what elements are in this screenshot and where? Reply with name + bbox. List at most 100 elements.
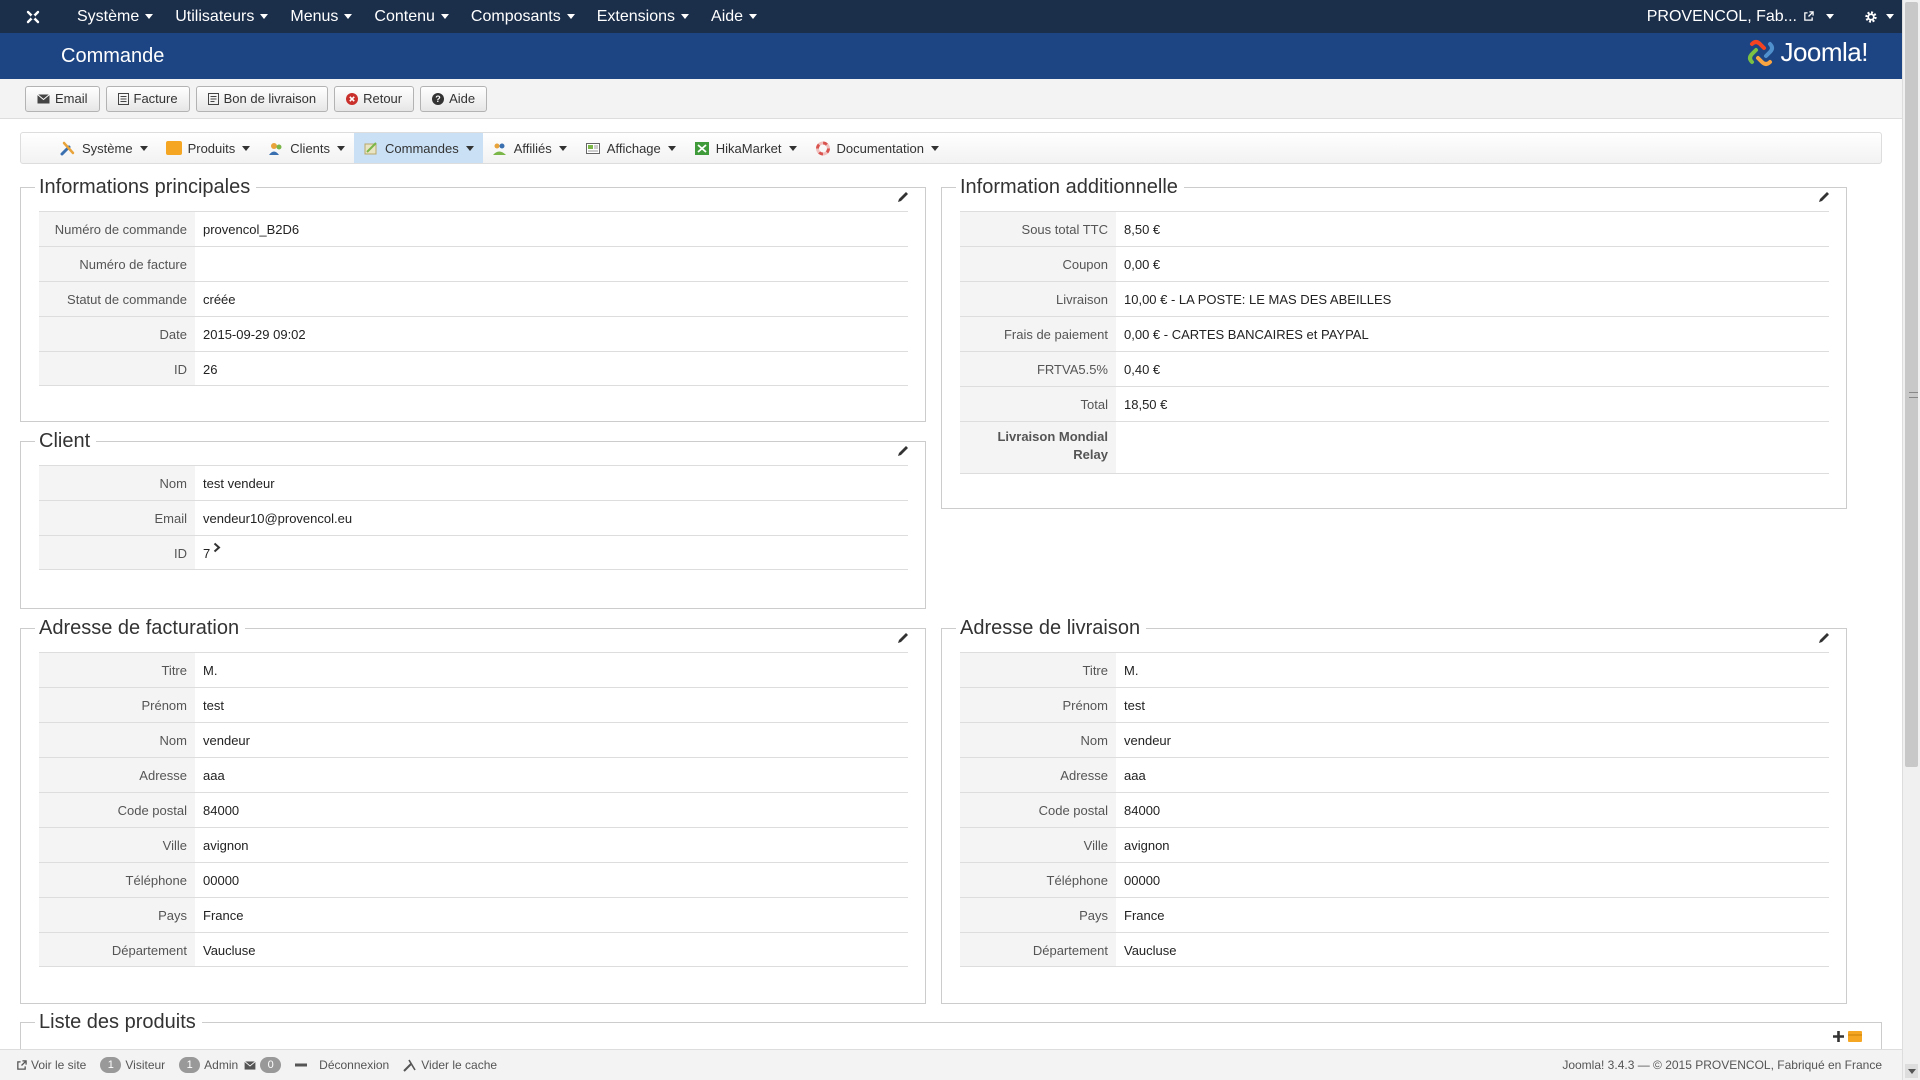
clear-cache-label: Vider le cache [421, 1058, 498, 1072]
panel-title: Adresse de livraison [956, 617, 1147, 640]
admins-count-badge: 1 [179, 1057, 201, 1073]
delivery-note-button-label: Bon de livraison [223, 91, 317, 106]
table-row: Prénom test [960, 687, 1829, 722]
hikashop-menu: Système Produits Clients Commandes Affil… [20, 132, 1882, 164]
field-label: Statut de commande [39, 282, 195, 316]
invoice-button[interactable]: Facture [105, 85, 190, 112]
menu-label: Système [77, 7, 140, 25]
field-value: avignon [203, 838, 249, 853]
field-label: Adresse [39, 758, 195, 792]
menu-utilisateurs[interactable]: Utilisateurs [164, 0, 279, 33]
edit-client-button[interactable] [896, 444, 910, 461]
joomla-logo-icon[interactable] [0, 9, 66, 25]
field-label: Email [39, 501, 195, 535]
field-label: Prénom [960, 688, 1116, 722]
shipping-address-panel: Adresse de livraison Titre M. Prénom test … [941, 617, 1847, 1004]
table-row: Adresse aaa [960, 757, 1829, 792]
hikamenu-documentation[interactable]: Documentation [806, 133, 948, 163]
messages-count-badge[interactable]: 0 [260, 1057, 282, 1073]
field-label: Nom [960, 723, 1116, 757]
products-icon [165, 141, 182, 155]
hikamenu-produits[interactable]: Produits [157, 133, 260, 163]
email-button[interactable]: Email [25, 85, 100, 112]
menu-systeme[interactable]: Système [66, 0, 164, 33]
invoice-button-label: Facture [133, 91, 178, 106]
copyright-text: Joomla! 3.4.3 — © 2015 PROVENCOL, Fabriq… [1562, 1058, 1882, 1072]
hikamenu-hikamarket[interactable]: HikaMarket [685, 133, 806, 163]
panel-title: Liste des produits [35, 1011, 202, 1034]
clear-cache-icon [403, 1059, 416, 1072]
field-label: Numéro de facture [39, 247, 195, 281]
edit-main-info-button[interactable] [896, 190, 910, 207]
external-link-icon [17, 1059, 27, 1070]
clear-cache-link[interactable]: Vider le cache [403, 1058, 497, 1072]
client-table: Nom test vendeur Email vendeur10@provencol… [39, 465, 908, 570]
edit-billing-address-button[interactable] [896, 631, 910, 648]
menu-extensions[interactable]: Extensions [586, 0, 700, 33]
caret-down-icon [440, 14, 449, 19]
hikamenu-affichage[interactable]: Affichage [576, 133, 685, 163]
hikamarket-icon [694, 141, 709, 155]
settings-menu[interactable] [1864, 10, 1894, 24]
menu-aide[interactable]: Aide [700, 0, 768, 33]
add-product-button[interactable] [1832, 1029, 1863, 1043]
table-row: Date 2015-09-29 09:02 [39, 316, 908, 351]
page-header: Commande Joomla! [0, 33, 1902, 79]
edit-additional-info-button[interactable] [1817, 190, 1831, 207]
logout-label: Déconnexion [319, 1058, 390, 1072]
envelope-icon [244, 1060, 256, 1070]
pencil-icon [898, 192, 908, 202]
hikamenu-commandes[interactable]: Commandes [354, 133, 483, 163]
menu-composants[interactable]: Composants [460, 0, 586, 33]
delivery-note-icon [207, 92, 219, 105]
hikamenu-affilies[interactable]: Affiliés [483, 133, 576, 163]
user-menu[interactable]: PROVENCOL, Fab... [1647, 8, 1834, 26]
table-row: Frais de paiement 0,00 € - CARTES BANCAIR… [960, 316, 1829, 351]
field-value: Vaucluse [203, 943, 256, 958]
scrollbar-thumb[interactable] [1905, 2, 1918, 767]
client-name: test vendeur [203, 476, 275, 491]
table-row: Pays France [960, 897, 1829, 932]
table-row: Téléphone 00000 [39, 862, 908, 897]
caret-down-icon [667, 145, 676, 151]
client-email: vendeur10@provencol.eu [203, 511, 353, 526]
client-id: 7 [203, 546, 211, 561]
delivery-note-button[interactable]: Bon de livraison [195, 85, 329, 112]
view-site-link[interactable]: Voir le site [16, 1058, 86, 1072]
help-button-label: Aide [449, 91, 476, 106]
shipping-address-table: Titre M. Prénom test Nom vendeur Adresse aaa… [960, 652, 1829, 967]
table-row: ID 7 [39, 535, 908, 570]
caret-down-icon [749, 14, 758, 19]
menu-contenu[interactable]: Contenu [363, 0, 460, 33]
hikamenu-label: HikaMarket [715, 140, 782, 156]
billing-address-panel: Adresse de facturation Titre M. Prénom tes… [20, 617, 926, 1004]
field-label: Département [39, 933, 195, 966]
field-label: ID [39, 536, 195, 569]
field-label: Pays [39, 898, 195, 932]
field-label: Livraison [960, 282, 1116, 316]
edit-shipping-address-button[interactable] [1817, 631, 1831, 648]
back-button[interactable]: Retour [334, 85, 415, 112]
field-value: France [203, 908, 244, 923]
logout-link[interactable]: Déconnexion [295, 1058, 389, 1072]
scroll-down-arrow[interactable] [1905, 1064, 1918, 1078]
visitors-indicator: 1 Visiteur [100, 1057, 165, 1073]
field-value: 84000 [203, 803, 240, 818]
chevron-right-icon[interactable] [213, 542, 221, 553]
status-bar: Voir le site 1 Visiteur 1 Admin 0 Déconn… [0, 1049, 1902, 1080]
toolbar: Email Facture Bon de livraison Retour ? … [0, 79, 1902, 119]
pencil-icon [898, 446, 908, 456]
table-row: Titre M. [960, 652, 1829, 687]
help-button[interactable]: ? Aide [420, 85, 488, 112]
field-value: 26 [203, 362, 218, 377]
menu-menus[interactable]: Menus [279, 0, 363, 33]
view-site-label: Voir le site [31, 1058, 87, 1072]
field-label: Titre [960, 653, 1116, 687]
orders-icon [364, 141, 377, 154]
vertical-scrollbar[interactable] [1902, 0, 1920, 1080]
hikamenu-systeme[interactable]: Système [51, 133, 157, 163]
hikamenu-clients[interactable]: Clients [259, 133, 354, 163]
caret-down-icon [788, 145, 797, 151]
menu-label: Extensions [596, 7, 676, 25]
field-value: aaa [1124, 768, 1146, 783]
